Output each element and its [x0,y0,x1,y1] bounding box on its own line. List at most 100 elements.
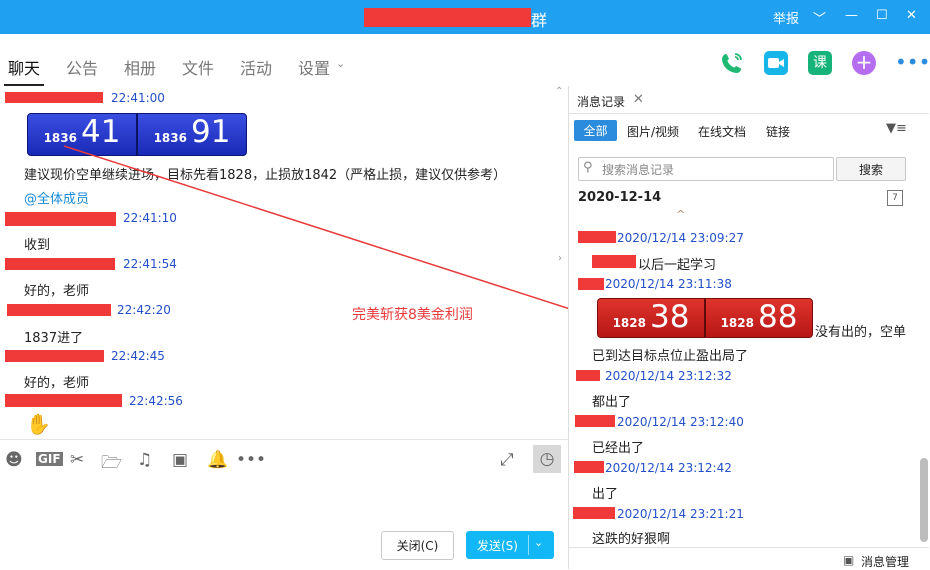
history-search-field[interactable]: ⚲ 搜索消息记录 [578,157,834,181]
expand-icon[interactable]: ⤢ [500,450,514,470]
history-time: 2020/12/14 23:12:32 [605,369,732,383]
more-icon[interactable]: ••• [895,51,930,75]
ticker-big-left: 41 [80,114,121,150]
chat-toolbar: ☻ GIF ✂ 🗁 ♫ ▣ 🔔 ••• ⤢ ◷ [0,439,568,478]
emoji-icon[interactable]: ☻ [5,450,23,470]
message-text: 好的，老师 [24,284,90,299]
filter-images-videos[interactable]: 图片/视频 [627,123,679,140]
message-management-button[interactable]: 消息管理 [861,553,909,570]
dropdown-button[interactable]: ﹀ [813,8,826,27]
more-icon[interactable]: ••• [236,450,266,470]
tab-files[interactable]: 文件 [182,55,214,79]
ticker-caption: 没有出的，空单 [815,325,907,340]
ok-hand-emoji-icon: ✋ [26,412,51,436]
ticker-small-left: 1836 [43,131,77,145]
message-text: 好的，老师 [24,376,90,391]
history-clock-icon[interactable]: ◷ [533,445,561,473]
redacted-sender [7,304,111,316]
message-time: 22:41:10 [123,211,177,225]
report-button[interactable]: 举报 [773,8,799,27]
close-window-button[interactable]: ✕ [906,8,917,23]
calendar-icon[interactable]: 7 [887,190,903,206]
collapse-panel-icon[interactable]: › [558,253,562,264]
history-text: 以后一起学习 [638,258,717,273]
mention-all[interactable]: @全体成员 [24,188,89,207]
plus-icon[interactable]: + [852,51,876,75]
bell-icon[interactable]: 🔔 [207,450,228,470]
message-time: 22:42:45 [111,349,165,363]
chevron-down-icon[interactable]: ⌄ [336,57,345,70]
redacted-sender [5,258,115,270]
message-time: 22:42:56 [129,394,183,408]
send-divider [528,535,529,555]
tab-activity[interactable]: 活动 [240,55,272,79]
redacted-group-name [364,8,531,27]
profit-annotation: 完美斩获8美金利润 [352,307,473,323]
redacted-sender [578,278,604,290]
redacted-sender [5,92,103,103]
close-history-icon[interactable]: ✕ [633,92,644,107]
redacted-sender [573,507,615,519]
tab-album[interactable]: 相册 [124,55,156,79]
filter-online-docs[interactable]: 在线文档 [698,123,746,140]
message-text: 1837进了 [24,331,84,346]
ticker-small-right: 1836 [153,131,187,145]
message-time: 22:41:00 [111,91,165,105]
tab-message-history[interactable]: 消息记录 [577,93,625,110]
tab-settings[interactable]: 设置 [298,55,330,79]
redacted-sender [575,415,615,427]
history-time: 2020/12/14 23:09:27 [617,231,744,245]
message-management-icon[interactable]: ▣ [843,553,854,567]
ticker-big-left: 38 [649,299,690,335]
filter-links[interactable]: 链接 [766,123,790,140]
scroll-up-icon[interactable]: ⌃ [555,86,563,97]
message-text: 收到 [24,238,51,253]
history-scrollbar[interactable] [920,458,928,542]
ticker-big-right: 88 [757,299,798,335]
title-bar: 群 举报 ﹀ — ☐ ✕ [0,0,930,34]
history-text: 这跌的好狠啊 [592,532,671,547]
ticker-small-left: 1828 [612,316,646,330]
divider [569,113,929,114]
minimize-button[interactable]: — [845,8,858,23]
tab-announcement[interactable]: 公告 [66,55,98,79]
send-button[interactable]: 发送(S) [477,537,518,554]
send-options-chevron-icon[interactable]: ⌄ [534,536,543,549]
phone-icon[interactable] [720,51,744,75]
gif-icon[interactable]: GIF [36,452,63,466]
history-date: 2020-12-14 [578,190,662,205]
send-button-group: 发送(S) ⌄ [466,531,554,559]
redacted-sender [574,461,604,473]
tab-chat[interactable]: 聊天 [8,55,40,79]
folder-icon[interactable]: 🗁 [101,450,122,479]
history-time: 2020/12/14 23:11:38 [605,277,732,291]
filter-all[interactable]: 全部 [574,120,617,141]
partial-image-fragment: ^ [676,208,686,221]
message-time: 22:42:20 [117,303,171,317]
close-button[interactable]: 关闭(C) [381,531,454,560]
price-ticker-red: 1828 38 1828 88 [597,298,813,338]
video-icon[interactable] [764,51,788,75]
music-icon[interactable]: ♫ [137,450,152,470]
lesson-icon[interactable]: 课 [808,51,832,75]
filter-settings-icon[interactable]: ▼≡ [886,121,907,136]
window-title-suffix: 群 [531,11,548,30]
scissors-icon[interactable]: ✂ [70,450,84,470]
history-time: 2020/12/14 23:12:42 [605,461,732,475]
search-button[interactable]: 搜索 [836,157,906,181]
price-ticker-blue: 1836 41 1836 91 [27,113,247,156]
redacted-sender [5,350,104,362]
chat-message-area[interactable]: 22:41:00 1836 41 1836 91 建议现价空单继续进场，目标先看18… [0,86,568,438]
message-time: 22:41:54 [123,257,177,271]
redacted-sender [5,212,116,226]
tab-bar: 聊天 公告 相册 文件 活动 设置 ⌄ 课 + ••• [0,34,930,86]
redacted-sender [5,394,122,407]
ticker-big-right: 91 [190,114,231,150]
history-text: 都出了 [592,395,632,410]
maximize-button[interactable]: ☐ [876,8,888,23]
image-icon[interactable]: ▣ [172,450,188,470]
advice-message: 建议现价空单继续进场，目标先看1828，止损放1842（严格止损，建议仅供参考） [24,168,507,183]
history-text: 出了 [592,487,619,502]
redacted-sender [576,370,600,381]
history-time: 2020/12/14 23:12:40 [617,415,744,429]
